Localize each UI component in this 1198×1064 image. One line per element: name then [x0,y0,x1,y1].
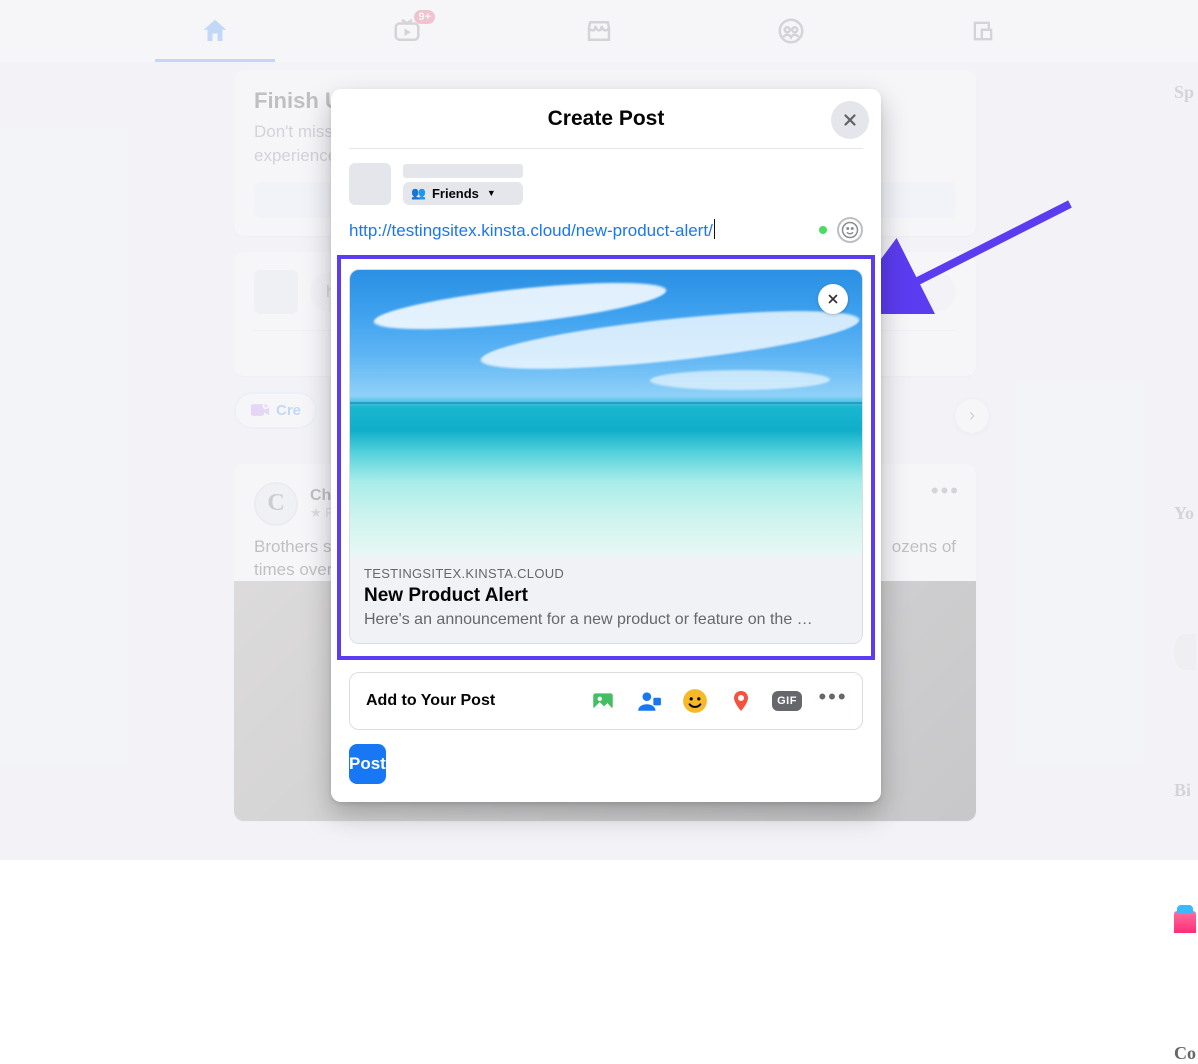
gift-icon [1174,911,1196,933]
background-color-picker[interactable] [819,226,827,234]
gif-icon: GIF [772,691,802,711]
feeling-icon [682,688,708,714]
link-preview-card[interactable]: TESTINGSITEX.KINSTA.CLOUD New Product Al… [349,269,863,644]
link-preview-meta: TESTINGSITEX.KINSTA.CLOUD New Product Al… [350,556,862,643]
add-to-post-bar: Add to Your Post GIF ••• [349,672,863,730]
rr-contacts: Co [1174,1043,1198,1064]
pasted-link: http://testingsitex.kinsta.cloud/new-pro… [349,221,713,241]
friends-icon: 👥 [411,186,426,200]
close-button[interactable] [831,101,869,139]
text-cursor [714,219,715,239]
post-button[interactable]: Post [349,744,386,784]
location-icon [729,688,753,714]
close-icon [841,111,859,129]
emoji-button[interactable] [837,217,863,243]
emoji-icon [841,221,859,239]
add-to-post-label: Add to Your Post [366,692,495,710]
close-icon [826,292,840,306]
modal-title: Create Post [548,107,665,131]
feeling-button[interactable] [682,688,708,714]
tag-person-icon [636,688,662,714]
audience-label: Friends [432,186,479,201]
create-post-modal: Create Post 👥 Friends ▼ http://testingsi… [331,89,881,802]
author-row: 👥 Friends ▼ [331,149,881,211]
annotation-highlight: TESTINGSITEX.KINSTA.CLOUD New Product Al… [337,255,875,660]
preview-domain: TESTINGSITEX.KINSTA.CLOUD [364,566,848,581]
remove-preview-button[interactable] [818,284,848,314]
photo-video-button[interactable] [590,688,616,714]
audience-selector[interactable]: 👥 Friends ▼ [403,182,523,205]
modal-header: Create Post [349,89,863,149]
gif-button[interactable]: GIF [774,688,800,714]
post-text-area[interactable]: http://testingsitex.kinsta.cloud/new-pro… [331,211,881,245]
author-avatar[interactable] [349,163,391,205]
preview-title: New Product Alert [364,585,848,607]
chevron-down-icon: ▼ [487,188,496,198]
preview-description: Here's an announcement for a new product… [364,611,848,629]
more-options-button[interactable]: ••• [820,688,846,714]
link-preview-image [350,270,862,556]
author-name [403,164,523,178]
checkin-button[interactable] [728,688,754,714]
photo-icon [590,688,616,714]
tag-people-button[interactable] [636,688,662,714]
